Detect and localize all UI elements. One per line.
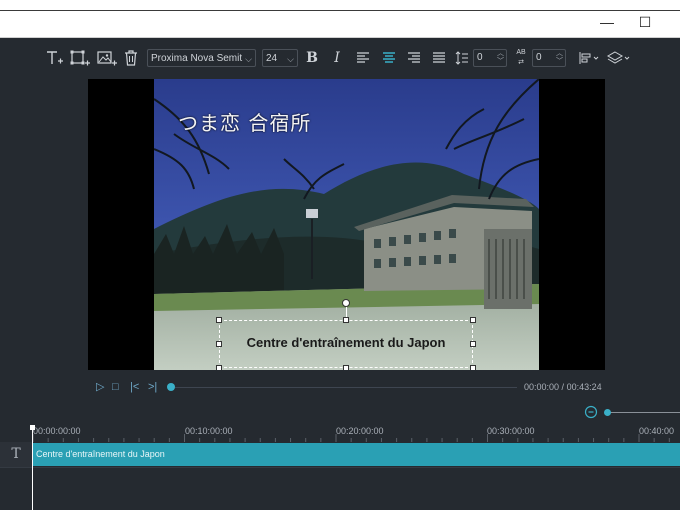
font-size-value: 24 xyxy=(266,53,278,64)
text-track-icon: T xyxy=(11,446,21,462)
time-separator: / xyxy=(559,382,567,392)
trash-icon[interactable] xyxy=(123,48,139,68)
add-text-icon[interactable] xyxy=(44,48,64,68)
stepper-arrows-icon[interactable]: ︿ ﹀ xyxy=(556,50,563,66)
playhead-grip[interactable] xyxy=(30,425,35,430)
text-editing-toolbar: Proxima Nova Semit ⌵ 24 ⌵ B I 0 ︿ ﹀ AB ⇄ 0… xyxy=(0,38,680,78)
window-titlebar: — ☐ xyxy=(0,0,680,38)
zoom-out-icon[interactable] xyxy=(584,405,598,419)
video-overlay-text: つま恋 合宿所 xyxy=(178,111,312,135)
line-spacing-stepper[interactable]: 0 ︿ ﹀ xyxy=(473,49,507,67)
minimize-button[interactable]: — xyxy=(599,14,615,30)
font-size-select[interactable]: 24 ⌵ xyxy=(262,49,298,67)
resize-handle-bottom-right[interactable] xyxy=(470,365,476,370)
playback-progress-track[interactable] xyxy=(175,387,517,388)
ruler-label: 00:20:00:00 xyxy=(336,426,384,436)
play-icon[interactable]: ▷ xyxy=(96,380,104,394)
resize-handle-top-left[interactable] xyxy=(216,317,222,323)
char-spacing-glyph: AB xyxy=(516,49,526,56)
caption-text: Centre d'entraînement du Japon xyxy=(246,335,446,350)
track-divider xyxy=(0,467,680,468)
resize-handle-left[interactable] xyxy=(216,341,222,347)
font-family-select[interactable]: Proxima Nova Semit ⌵ xyxy=(147,49,256,67)
arrange-icon[interactable] xyxy=(577,48,601,68)
total-time: 00:43:24 xyxy=(566,382,602,392)
timecode-display: 00:00:00 / 00:43:24 xyxy=(524,382,602,392)
ruler-label: 00:40:00 xyxy=(639,426,675,436)
ruler-label: 00:10:00:00 xyxy=(185,426,233,436)
text-track-header: T xyxy=(0,442,32,467)
zoom-slider-knob[interactable] xyxy=(604,409,611,416)
bold-button[interactable]: B xyxy=(305,48,319,68)
crop-icon[interactable] xyxy=(69,48,91,68)
timeline-zoom-control xyxy=(0,403,680,421)
text-clip[interactable]: Centre d'entraînement du Japon xyxy=(33,443,680,466)
playback-controls: ▷ □ |< >| 00:00:00 / 00:43:24 xyxy=(0,378,680,398)
text-clip-label: Centre d'entraînement du Japon xyxy=(36,449,165,459)
current-time: 00:00:00 xyxy=(524,382,560,392)
italic-button[interactable]: I xyxy=(330,48,344,68)
resize-handle-top-right[interactable] xyxy=(470,317,476,323)
add-image-icon[interactable] xyxy=(96,48,118,68)
chevron-down-icon: ⌵ xyxy=(287,54,294,64)
resize-handle-top[interactable] xyxy=(343,317,349,323)
maximize-button[interactable]: ☐ xyxy=(637,14,653,30)
justify-icon[interactable] xyxy=(431,48,447,68)
font-family-value: Proxima Nova Semit xyxy=(151,53,243,64)
stepper-arrows-icon[interactable]: ︿ ﹀ xyxy=(497,50,504,66)
chevron-down-icon: ⌵ xyxy=(245,54,252,64)
titlebar-divider xyxy=(0,10,680,11)
timeline-tracks: T Centre d'entraînement du Japon xyxy=(0,442,680,510)
rotation-handle[interactable] xyxy=(342,299,350,307)
resize-handle-right[interactable] xyxy=(470,341,476,347)
layers-icon[interactable] xyxy=(606,48,632,68)
playback-progress-knob[interactable] xyxy=(167,383,175,391)
char-spacing-stepper[interactable]: 0 ︿ ﹀ xyxy=(532,49,566,67)
align-right-icon[interactable] xyxy=(406,48,422,68)
stop-icon[interactable]: □ xyxy=(112,380,119,394)
ruler-label: 00:00:00:00 xyxy=(33,426,81,436)
char-spacing-icon: AB ⇄ xyxy=(516,49,526,66)
timeline-playhead[interactable] xyxy=(32,428,33,510)
previous-frame-icon[interactable]: |< xyxy=(130,380,139,394)
timeline-ruler[interactable]: 00:00:00:00 00:10:00:00 00:20:00:00 00:3… xyxy=(0,422,680,442)
align-left-icon[interactable] xyxy=(355,48,371,68)
zoom-slider-track[interactable] xyxy=(607,412,680,413)
next-frame-icon[interactable]: >| xyxy=(148,380,157,394)
line-spacing-value: 0 xyxy=(477,52,483,63)
char-spacing-value: 0 xyxy=(536,52,542,63)
align-center-icon[interactable] xyxy=(381,48,397,68)
ruler-label: 00:30:00:00 xyxy=(487,426,535,436)
caption-textbox[interactable]: Centre d'entraînement du Japon xyxy=(219,320,473,368)
video-preview[interactable]: つま恋 合宿所 Centre d'entraînement du Japon xyxy=(88,79,605,370)
resize-handle-bottom[interactable] xyxy=(343,365,349,370)
resize-handle-bottom-left[interactable] xyxy=(216,365,222,370)
line-spacing-icon xyxy=(455,48,469,68)
